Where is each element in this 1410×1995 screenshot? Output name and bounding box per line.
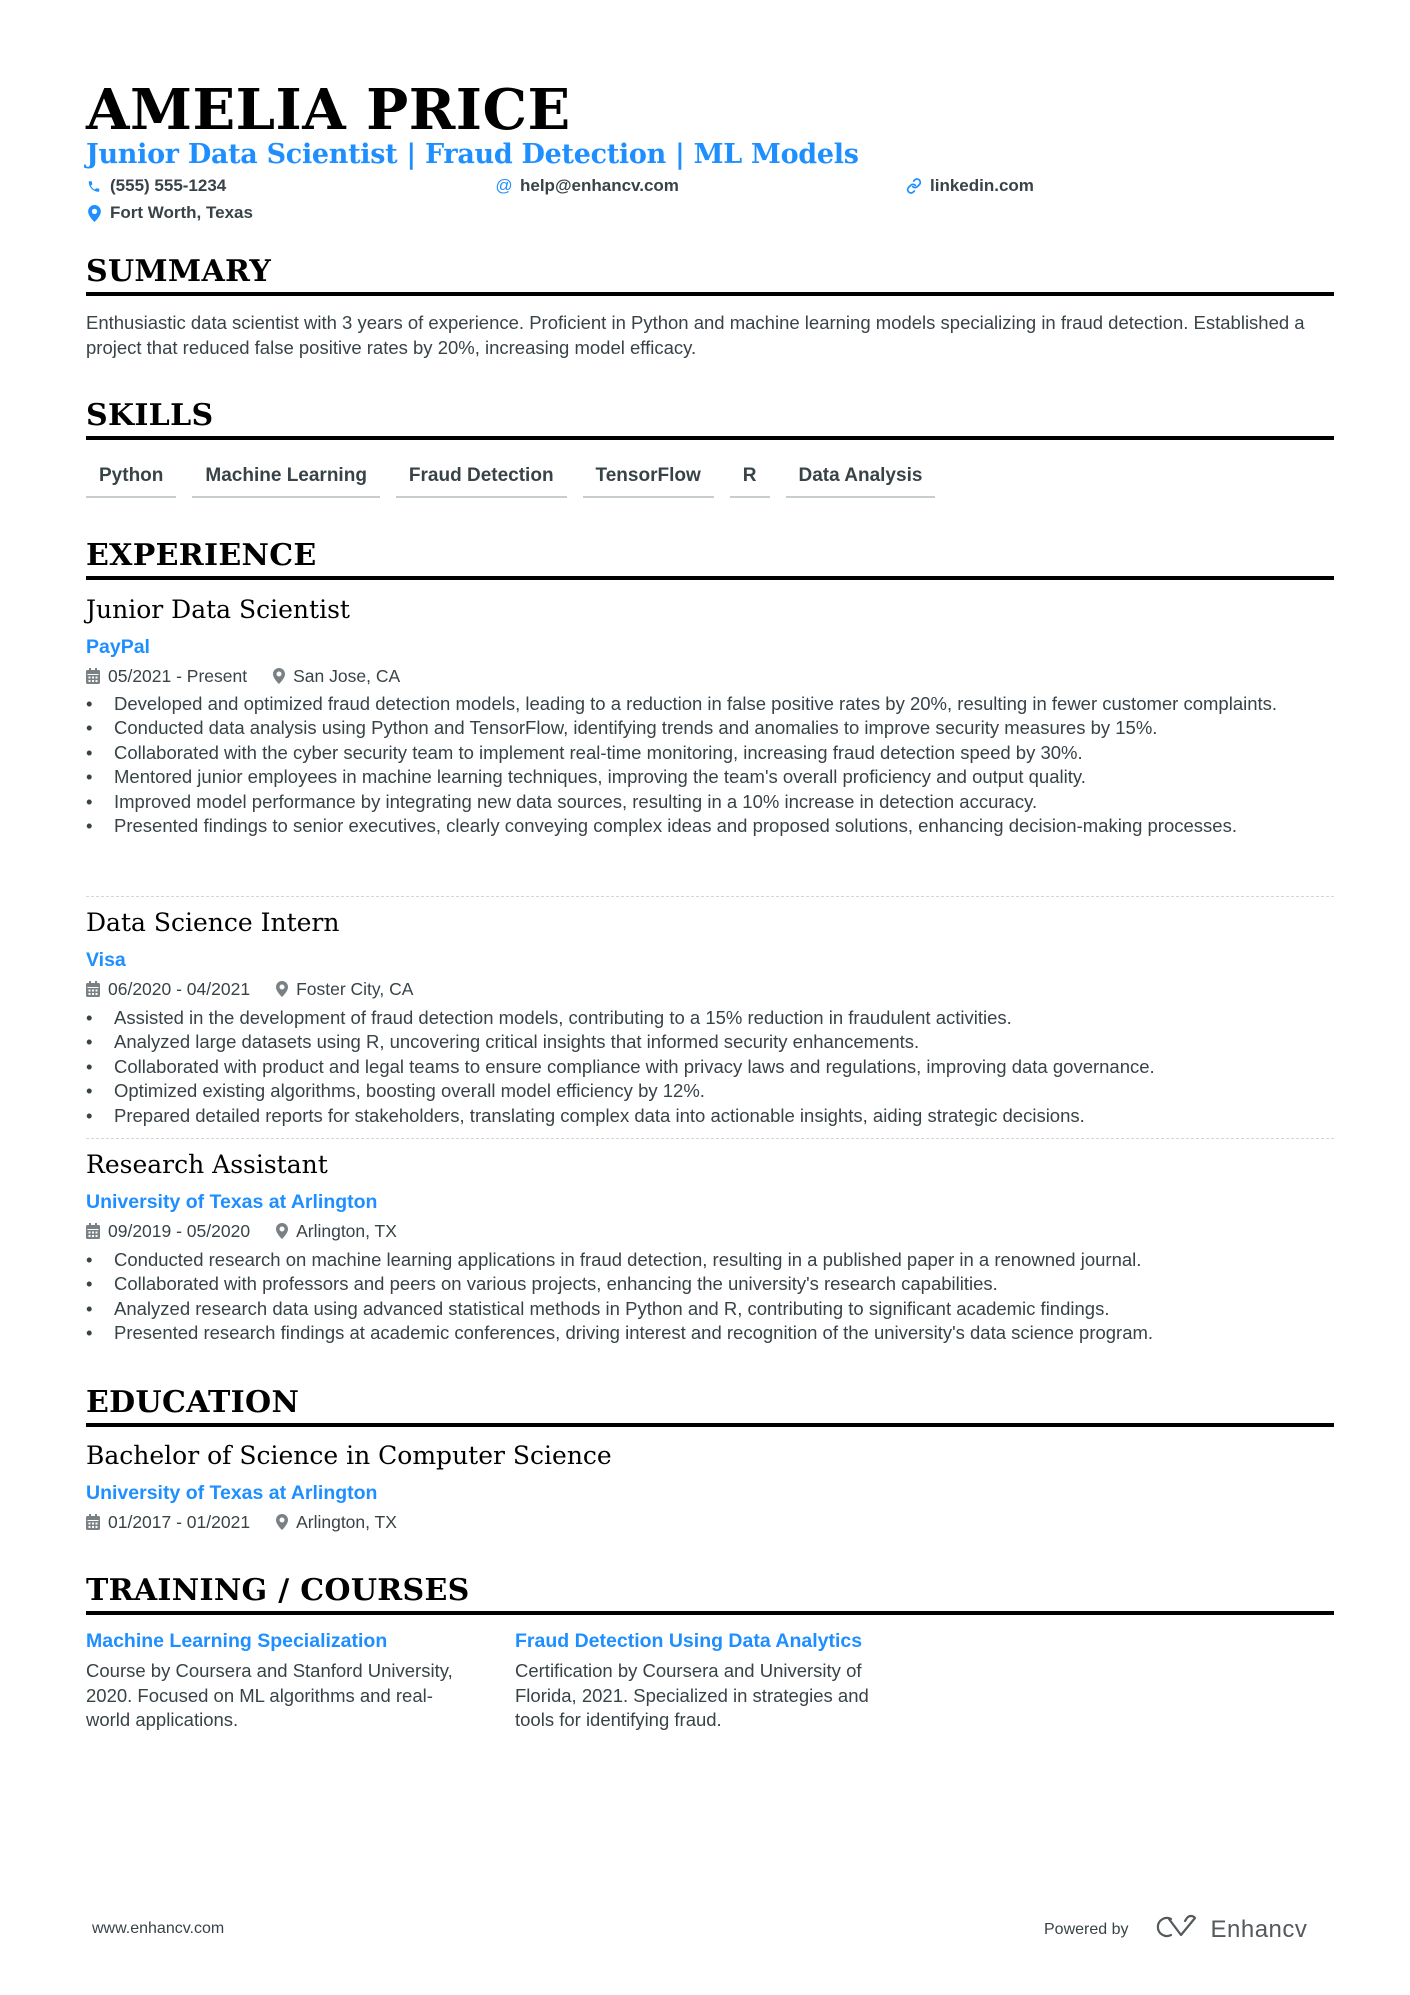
contact-location: Fort Worth, Texas [86,202,253,224]
job-location: Foster City, CA [276,978,413,1000]
education-meta: 01/2017 - 01/2021 Arlington, TX [86,1511,423,1533]
course-description: Course by Coursera and Stanford Universi… [86,1660,453,1730]
calendar-icon [86,1223,100,1239]
skills-list: Python Machine Learning Fraud Detection … [86,460,936,498]
job-divider [86,896,1334,897]
bullet-item: Analyzed research data using advanced st… [86,1297,1334,1322]
calendar-icon [86,668,100,684]
job-bullets: Assisted in the development of fraud det… [86,1006,1334,1128]
phone-icon [86,177,102,195]
date-range: 09/2019 - 05/2020 [86,1220,250,1242]
job-divider [86,1138,1334,1139]
brand-name: Enhancv [1210,1915,1308,1943]
date-text: 06/2020 - 04/2021 [108,979,251,999]
skill-tag: TensorFlow [582,460,714,498]
job-bullets: Conducted research on machine learning a… [86,1248,1334,1346]
location-pin-icon [86,204,102,222]
footer-powered-by: Powered by Enhancv [1044,1914,1307,1945]
section-title-training: TRAINING / COURSES [86,1573,1334,1615]
skill-tag: Python [86,460,177,498]
bullet-item: Assisted in the development of fraud det… [86,1006,1334,1031]
location-text: Fort Worth, Texas [110,203,253,222]
job-title: Data Science Intern [86,908,340,937]
bullet-item: Collaborated with professors and peers o… [86,1272,1334,1297]
bullet-item: Presented research findings at academic … [86,1321,1334,1346]
at-icon: @ [495,176,513,195]
course-title: Machine Learning Specialization [86,1630,388,1652]
bullet-item: Developed and optimized fraud detection … [86,692,1334,717]
section-title-education: EDUCATION [86,1385,1334,1427]
location-pin-icon [276,1514,289,1530]
course-item: Machine Learning Specialization Course b… [86,1627,466,1733]
date-range: 01/2017 - 01/2021 [86,1511,250,1533]
date-text: 05/2021 - Present [108,666,248,686]
date-range: 05/2021 - Present [86,665,247,687]
summary-text: Enthusiastic data scientist with 3 years… [86,312,1305,358]
job-meta: 05/2021 - Present San Jose, CA [86,665,426,687]
location-pin-icon [276,981,289,997]
bullet-item: Presented findings to senior executives,… [86,814,1334,839]
phone-text: (555) 555-1234 [110,176,227,195]
company-name: Visa [86,949,126,971]
bullet-item: Collaborated with product and legal team… [86,1055,1334,1080]
company-name: University of Texas at Arlington [86,1191,378,1213]
section-title-skills: SKILLS [86,398,1334,440]
company-name: PayPal [86,636,150,658]
skill-tag: Fraud Detection [395,460,567,498]
bullet-item: Improved model performance by integratin… [86,790,1334,815]
calendar-icon [86,1514,100,1530]
linkedin-text[interactable]: linkedin.com [930,175,1034,197]
degree-title: Bachelor of Science in Computer Science [86,1441,612,1470]
date-range: 06/2020 - 04/2021 [86,978,250,1000]
course-item: Fraud Detection Using Data Analytics Cer… [515,1627,895,1733]
school-name: University of Texas at Arlington [86,1482,378,1504]
candidate-name: AMELIA PRICE [86,77,571,143]
email-text[interactable]: help@enhancv.com [520,175,679,197]
enhancv-brand[interactable]: Enhancv [1155,1914,1308,1945]
education-location: Arlington, TX [276,1511,397,1533]
bullet-item: Conducted research on machine learning a… [86,1248,1334,1273]
enhancv-logo-icon [1155,1914,1201,1945]
skill-tag: Machine Learning [192,460,380,498]
job-meta: 09/2019 - 05/2020 Arlington, TX [86,1220,423,1242]
date-text: 01/2017 - 01/2021 [108,1512,251,1532]
job-location: Arlington, TX [276,1220,397,1242]
bullet-item: Mentored junior employees in machine lea… [86,765,1334,790]
powered-by-text: Powered by [1044,1920,1129,1938]
link-icon [906,177,922,195]
bullet-item: Analyzed large datasets using R, uncover… [86,1030,1334,1055]
job-title: Research Assistant [86,1150,328,1179]
bullet-item: Conducted data analysis using Python and… [86,716,1334,741]
location-text: Foster City, CA [296,979,414,999]
job-location: San Jose, CA [273,665,400,687]
bullet-item: Collaborated with the cyber security tea… [86,741,1334,766]
section-title-experience: EXPERIENCE [86,538,1334,580]
date-text: 09/2019 - 05/2020 [108,1221,251,1241]
bullet-item: Prepared detailed reports for stakeholde… [86,1104,1334,1129]
section-title-summary: SUMMARY [86,254,1334,296]
skill-tag: R [729,460,770,498]
calendar-icon [86,981,100,997]
bullet-item: Optimized existing algorithms, boosting … [86,1079,1334,1104]
skill-tag: Data Analysis [785,460,936,498]
job-bullets: Developed and optimized fraud detection … [86,692,1334,839]
contact-email[interactable]: @ help@enhancv.com [495,175,679,197]
location-text: Arlington, TX [296,1221,397,1241]
contact-phone: (555) 555-1234 [86,175,226,197]
location-text: Arlington, TX [296,1512,397,1532]
contact-linkedin[interactable]: linkedin.com [906,175,1034,197]
location-text: San Jose, CA [293,666,401,686]
location-pin-icon [276,1223,289,1239]
course-title: Fraud Detection Using Data Analytics [515,1630,863,1652]
job-title: Junior Data Scientist [86,595,350,624]
location-pin-icon [273,668,286,684]
footer-website[interactable]: www.enhancv.com [92,1920,224,1938]
job-meta: 06/2020 - 04/2021 Foster City, CA [86,978,439,1000]
course-description: Certification by Coursera and University… [515,1660,869,1730]
headline: Junior Data Scientist | Fraud Detection … [86,139,859,170]
